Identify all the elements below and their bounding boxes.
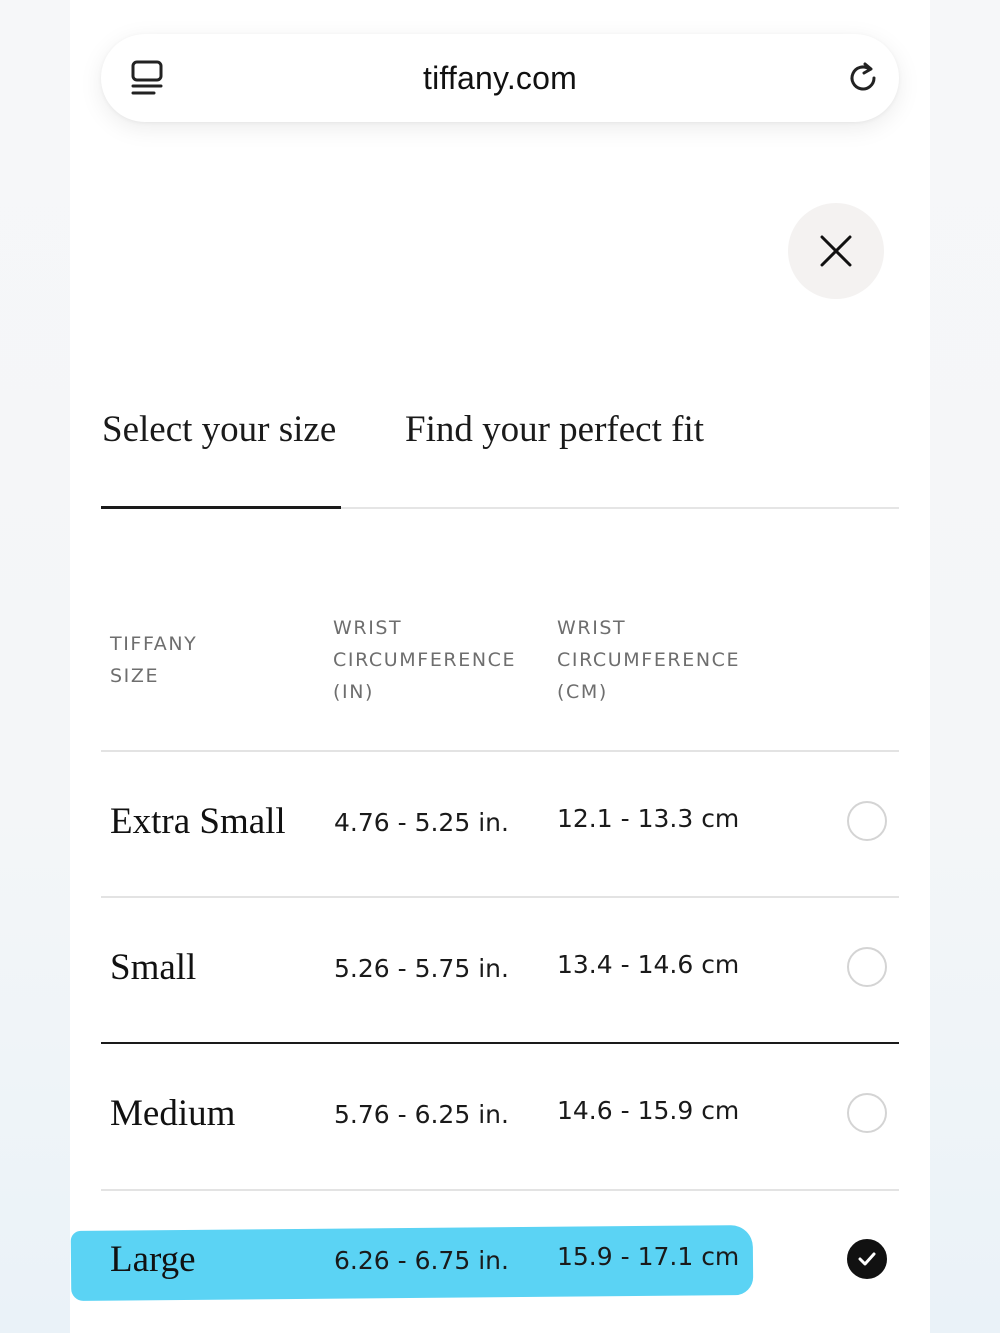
- header-wrist-cm: WRIST CIRCUMFERENCE (CM): [557, 612, 740, 708]
- header-text: TIFFANY: [110, 633, 198, 655]
- inches-value: 5.76 - 6.25 in.: [334, 1100, 509, 1129]
- header-text: WRIST: [557, 617, 627, 639]
- header-tiffany-size: TIFFANY SIZE: [110, 628, 197, 692]
- close-icon: [820, 235, 852, 267]
- size-name: Extra Small: [110, 801, 286, 842]
- header-wrist-in: WRIST CIRCUMFERENCE (IN): [333, 612, 516, 708]
- close-button[interactable]: [788, 203, 884, 299]
- reload-icon[interactable]: [843, 58, 883, 98]
- header-text: (IN): [333, 681, 375, 703]
- size-radio-large[interactable]: [847, 1239, 887, 1279]
- cm-value: 14.6 - 15.9 cm: [557, 1096, 740, 1125]
- tab-select-your-size[interactable]: Select your size: [102, 408, 336, 451]
- size-name: Medium: [110, 1093, 236, 1134]
- cm-value: 15.9 - 17.1 cm: [557, 1242, 740, 1271]
- header-text: WRIST: [333, 617, 403, 639]
- header-text: (CM): [557, 681, 608, 703]
- row-divider: [101, 1189, 899, 1191]
- header-text: SIZE: [110, 665, 160, 687]
- size-name: Large: [110, 1239, 196, 1280]
- inches-value: 4.76 - 5.25 in.: [334, 808, 509, 837]
- header-text: CIRCUMFERENCE: [333, 649, 517, 671]
- cm-value: 13.4 - 14.6 cm: [557, 950, 740, 979]
- header-text: CIRCUMFERENCE: [557, 649, 741, 671]
- row-divider: [101, 750, 899, 752]
- inches-value: 5.26 - 5.75 in.: [334, 954, 509, 983]
- size-name: Small: [110, 947, 197, 988]
- size-radio-medium[interactable]: [847, 1093, 887, 1133]
- size-radio-small[interactable]: [847, 947, 887, 987]
- row-divider: [101, 1042, 899, 1044]
- size-radio-extra-small[interactable]: [847, 801, 887, 841]
- inches-value: 6.26 - 6.75 in.: [334, 1246, 509, 1275]
- row-divider: [101, 896, 899, 898]
- tab-find-your-perfect-fit[interactable]: Find your perfect fit: [405, 408, 704, 451]
- cm-value: 12.1 - 13.3 cm: [557, 804, 740, 833]
- checkmark-icon: [858, 1252, 876, 1266]
- active-tab-indicator: [101, 506, 341, 509]
